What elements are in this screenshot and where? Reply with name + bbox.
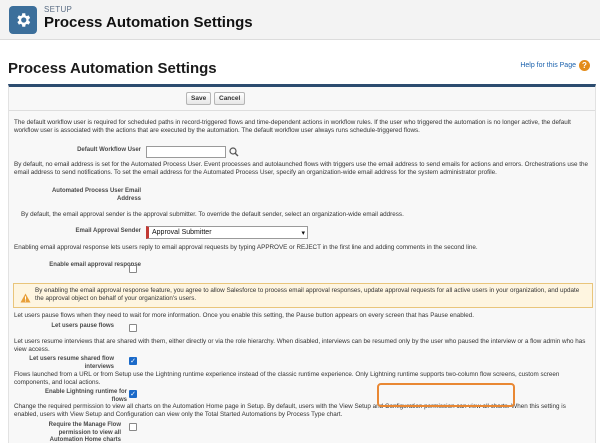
lightning-runtime-checkbox[interactable]: ✓ <box>129 390 137 398</box>
workflow-user-description: The default workflow user is required fo… <box>14 119 571 135</box>
chevron-down-icon: ▾ <box>301 230 305 237</box>
warning-icon <box>20 290 31 308</box>
manage-flow-checkbox[interactable] <box>129 423 137 431</box>
setup-label: SETUP <box>44 5 73 14</box>
enable-email-approval-checkbox[interactable] <box>129 265 137 273</box>
warning-text: By enabling the email approval response … <box>35 287 580 303</box>
manage-flow-label: Require the Manage Flow permission to vi… <box>48 422 121 443</box>
email-approval-response-description: Enabling email approval response lets us… <box>14 244 478 251</box>
page-title: Process Automation Settings <box>8 60 217 77</box>
email-approval-sender-select[interactable]: Approval Submitter ▾ <box>146 226 308 239</box>
email-approval-sender-value: Approval Submitter <box>152 229 212 236</box>
email-approval-sender-label: Email Approval Sender <box>75 228 141 234</box>
email-description: By default, no email address is set for … <box>14 161 589 177</box>
gear-icon <box>9 6 37 34</box>
highlight-box <box>377 383 515 407</box>
resume-shared-checkbox[interactable]: ✓ <box>129 357 137 365</box>
approval-sender-description: By default, the email approval sender is… <box>21 211 404 218</box>
resume-shared-label: Let users resume shared flow interviews <box>29 356 114 370</box>
resume-description: Let users resume interviews that are sha… <box>14 338 586 354</box>
pause-flows-checkbox[interactable] <box>129 324 137 332</box>
button-row: Save Cancel <box>9 87 595 111</box>
setup-header: SETUP Process Automation Settings <box>0 0 600 40</box>
pause-description: Let users pause flows when they need to … <box>14 312 474 319</box>
default-workflow-user-input[interactable] <box>146 146 226 158</box>
cancel-button[interactable]: Cancel <box>214 92 246 105</box>
help-link[interactable]: Help for this Page <box>520 62 576 69</box>
automated-process-email-label: Automated Process User Email Address <box>51 188 141 202</box>
header-title: Process Automation Settings <box>44 14 253 31</box>
default-workflow-user-label: Default Workflow User <box>77 147 141 153</box>
warning-banner: By enabling the email approval response … <box>13 283 593 308</box>
help-icon[interactable]: ? <box>579 60 590 71</box>
pause-flows-label: Let users pause flows <box>51 323 114 329</box>
enable-email-approval-label: Enable email approval response <box>49 262 141 268</box>
lookup-icon[interactable] <box>228 146 240 158</box>
save-button[interactable]: Save <box>186 92 212 105</box>
lightning-runtime-label: Enable Lightning runtime for flows <box>45 389 127 403</box>
